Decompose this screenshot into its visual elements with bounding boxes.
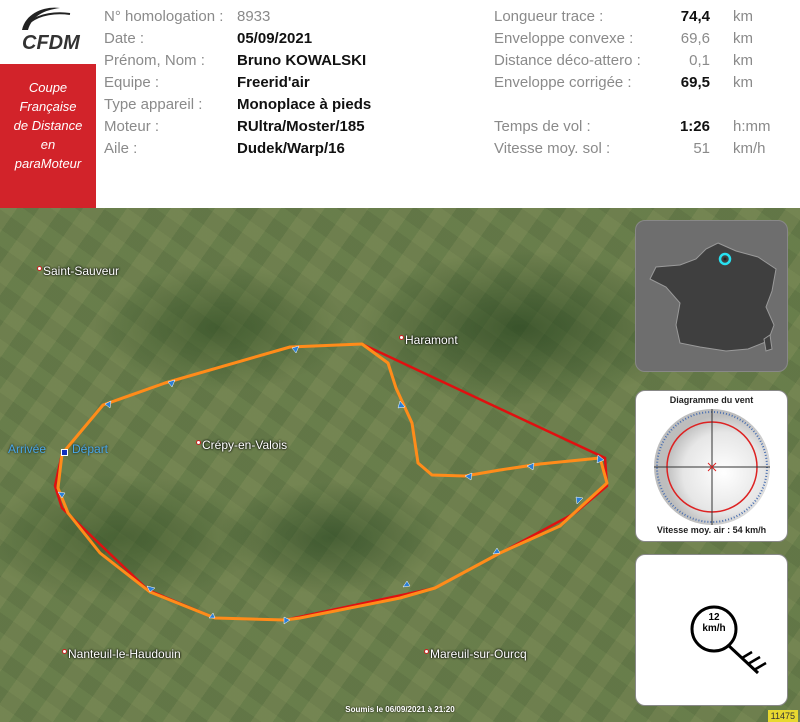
air-speed-label: Vitesse moy. air : 54 km/h <box>656 525 767 535</box>
cup-line: en <box>40 137 56 152</box>
takeoff-landing-value: 0,1 <box>689 52 710 69</box>
corrected-unit: km <box>733 74 753 91</box>
wind-speed-label: 12 km/h <box>702 612 726 634</box>
takeoff-landing-label: Distance déco-attero : <box>494 52 641 69</box>
ground-speed-value: 51 <box>693 140 710 157</box>
aircraft-value: Monoplace à pieds <box>237 96 372 113</box>
departure-label: Départ <box>72 442 109 456</box>
town-marker-icon <box>37 266 42 271</box>
cup-line: Coupe <box>28 80 68 95</box>
corrected-label: Enveloppe corrigée : <box>494 74 632 91</box>
convex-value: 69,6 <box>680 30 710 47</box>
arrival-label: Arrivée <box>8 442 47 456</box>
engine-value: RUltra/Moster/185 <box>237 118 365 135</box>
cup-line: Française <box>19 99 77 114</box>
flight-id-badge: 11475 <box>767 710 798 722</box>
header: CFDM Coupe Française de Distance en para… <box>0 0 800 208</box>
ground-speed-unit: km/h <box>733 140 766 157</box>
wind-diagram-plot <box>654 409 770 525</box>
town-haramont: Haramont <box>399 333 458 347</box>
submission-footer: Soumis le 06/09/2021 à 21:20 <box>345 705 455 714</box>
logo-text: CFDM <box>22 32 80 54</box>
date-value: 05/09/2021 <box>237 30 313 47</box>
aircraft-label: Type appareil : <box>104 96 203 113</box>
team-value: Freerid'air <box>237 74 310 91</box>
homologation-value: 8933 <box>237 8 271 25</box>
convex-envelope <box>53 342 609 622</box>
homologation-label: N° homologation : <box>104 8 224 25</box>
town-mareuil-sur-ourcq: Mareuil-sur-Ourcq <box>424 647 527 661</box>
engine-label: Moteur : <box>104 118 160 135</box>
name-label: Prénom, Nom : <box>104 52 205 69</box>
ground-speed-label: Vitesse moy. sol : <box>494 140 611 157</box>
cup-line: paraMoteur <box>14 156 82 171</box>
track-length-value: 74,4 <box>680 8 710 25</box>
wing-label: Aile : <box>104 140 138 157</box>
takeoff-landing-unit: km <box>733 52 753 69</box>
town-nanteuil-le-haudouin: Nanteuil-le-Haudouin <box>62 647 181 661</box>
flight-time-value: 1:26 <box>679 118 710 135</box>
flight-time-unit: h:mm <box>733 118 771 135</box>
wind-indicator-panel: 12 km/h <box>635 554 788 706</box>
cup-title-box: Coupe Française de Distance en paraMoteu… <box>0 64 96 208</box>
corrected-value: 69,5 <box>680 74 710 91</box>
team-label: Equipe : <box>104 74 160 91</box>
france-map-icon <box>649 242 777 352</box>
cup-line: de Distance <box>13 118 83 133</box>
town-marker-icon <box>196 440 201 445</box>
town-marker-icon <box>424 649 429 654</box>
convex-unit: km <box>733 30 753 47</box>
start-marker-icon <box>61 449 68 456</box>
date-label: Date : <box>104 30 145 47</box>
town-marker-icon <box>399 335 404 340</box>
cfdm-logo: CFDM <box>0 0 96 64</box>
town-crepy-en-valois: Crépy-en-Valois <box>196 438 287 452</box>
convex-label: Enveloppe convexe : <box>494 30 634 47</box>
town-marker-icon <box>62 649 67 654</box>
satellite-map[interactable]: Saint-Sauveur Haramont Crépy-en-Valois N… <box>0 208 800 722</box>
track-length-label: Longueur trace : <box>494 8 604 25</box>
france-locator-panel <box>635 220 788 372</box>
name-value: Bruno KOWALSKI <box>237 52 367 69</box>
town-saint-sauveur: Saint-Sauveur <box>37 264 119 278</box>
wing-value: Dudek/Warp/16 <box>237 140 345 157</box>
wind-diagram-panel: Diagramme du vent Vitesse moy. air : 54 … <box>635 390 788 542</box>
flight-track <box>56 342 609 622</box>
track-length-unit: km <box>733 8 753 25</box>
flight-time-label: Temps de vol : <box>494 118 591 135</box>
